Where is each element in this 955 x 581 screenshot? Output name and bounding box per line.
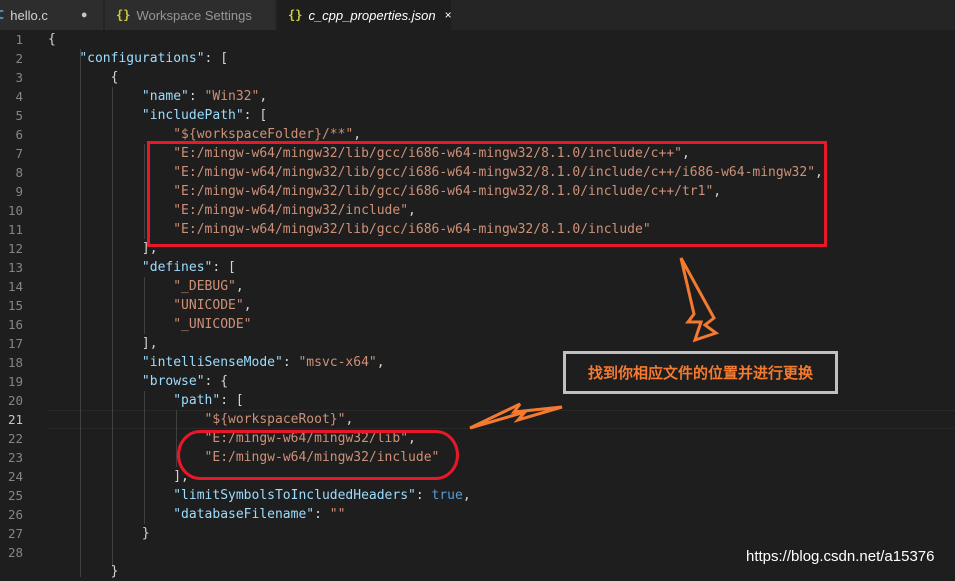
arrow-annotation-icon [469, 257, 720, 430]
annotation-text: 找到你相应文件的位置并进行更换 [587, 364, 813, 382]
watermark: https://blog.csdn.net/a15376 [746, 548, 935, 565]
annotation-note: 找到你相应文件的位置并进行更换 [563, 351, 838, 394]
